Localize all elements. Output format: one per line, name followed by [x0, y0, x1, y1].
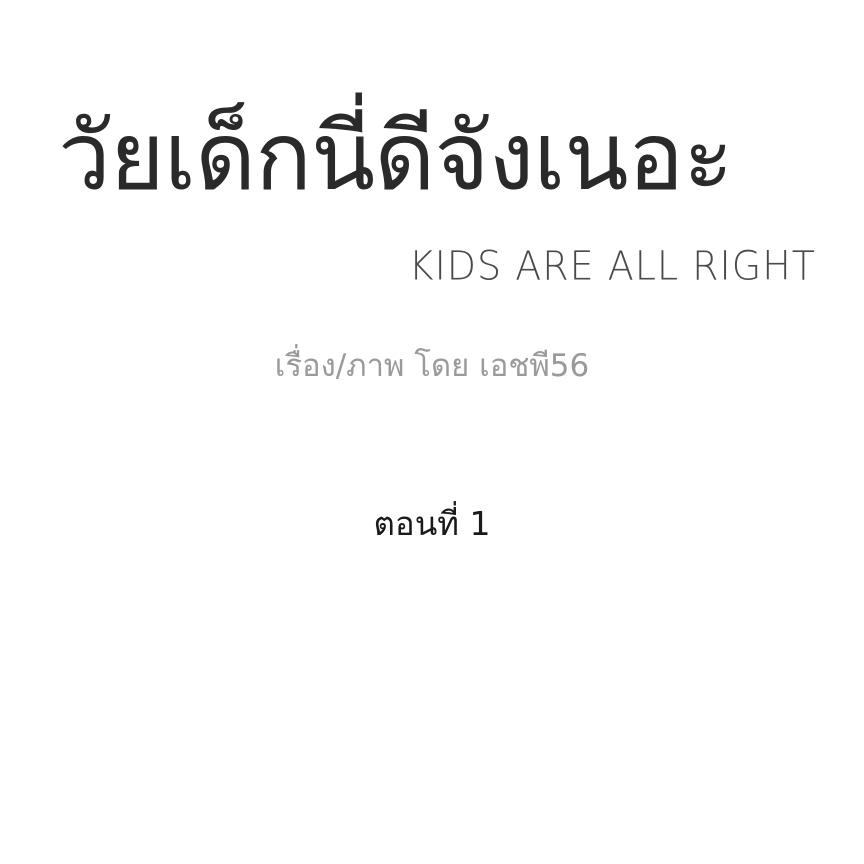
thai-title: วัยเด็กนี่ดีจังเนอะ [58, 103, 734, 212]
comic-cover-page: วัยเด็กนี่ดีจังเนอะ KIDS ARE ALL RIGHT เ… [0, 0, 864, 864]
episode-label: ตอนที่ 1 [373, 504, 491, 543]
author-credit: เรื่อง/ภาพ โดย เอชพี56 [274, 348, 590, 384]
english-title: KIDS ARE ALL RIGHT [408, 242, 816, 290]
